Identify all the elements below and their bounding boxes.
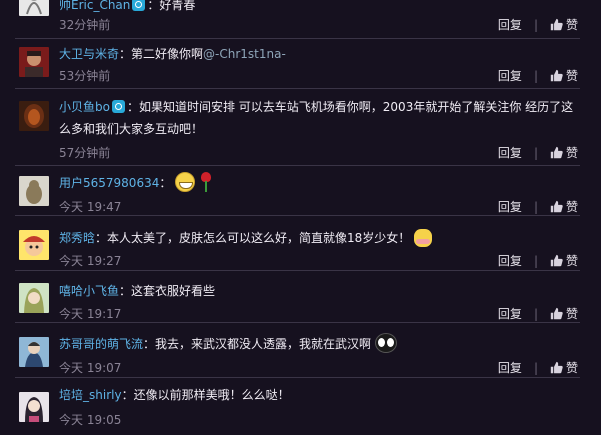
thumbs-up-icon: [550, 307, 563, 320]
thumbs-up-icon: [550, 18, 563, 31]
comment-item: 小贝鱼bo ：如果知道时间安排 可以去车站飞机场看你啊，2003年就开始了解关注你…: [15, 89, 580, 166]
username-link[interactable]: 培培_shirly: [59, 388, 122, 402]
comment-text: ：第二好像你啊: [119, 47, 204, 61]
comment-text: ：我去，来武汉都没人透露，我就在武汉啊: [143, 337, 372, 351]
thumbs-up-icon: [550, 146, 563, 159]
avatar[interactable]: [19, 47, 49, 77]
like-label: 赞: [565, 18, 578, 32]
like-label: 赞: [565, 200, 578, 214]
username-link[interactable]: 大卫与米奇: [59, 47, 119, 61]
action-divider: |: [533, 360, 538, 375]
action-divider: |: [533, 145, 538, 160]
like-button[interactable]: 赞: [550, 305, 578, 322]
comment-time: 32分钟前: [59, 18, 111, 32]
like-label: 赞: [565, 146, 578, 160]
comment-body: 培培_shirly：还像以前那样美哦！么么哒！: [59, 384, 574, 406]
action-divider: |: [533, 68, 538, 83]
action-divider: |: [533, 306, 538, 321]
camera-verified-icon: [132, 0, 146, 11]
avatar[interactable]: [19, 230, 49, 260]
username-link[interactable]: 用户5657980634: [59, 176, 159, 190]
comment-body: 用户5657980634：: [59, 172, 574, 194]
shy-emoji-icon: [414, 229, 433, 247]
comment-actions: 回复 | 赞: [498, 252, 578, 269]
thumbs-up-icon: [550, 200, 563, 213]
eyes-emoji-icon: [375, 333, 398, 353]
reply-button[interactable]: 回复: [498, 16, 522, 33]
comment-body: 大卫与米奇：第二好像你啊@-Chr1st1na-: [59, 43, 574, 65]
username-link[interactable]: 嘻哈小飞鱼: [59, 284, 119, 298]
avatar[interactable]: [19, 283, 49, 313]
avatar[interactable]: [19, 176, 49, 206]
comment-body: 郑秀晗：本人太美了，皮肤怎么可以这么好，简直就像18岁少女！: [59, 227, 574, 249]
comment-time: 今天 19:07: [59, 361, 122, 375]
username-link[interactable]: 小贝鱼bo: [59, 100, 110, 114]
reply-button[interactable]: 回复: [498, 305, 522, 322]
comment-actions: 回复 | 赞: [498, 67, 578, 84]
comment-time: 今天 19:05: [59, 413, 122, 427]
comment-item: 郑秀晗：本人太美了，皮肤怎么可以这么好，简直就像18岁少女！ 今天 19:27 …: [15, 216, 580, 271]
comment-text: ：好青春: [147, 0, 196, 12]
reply-button[interactable]: 回复: [498, 252, 522, 269]
comment-body: 小贝鱼bo ：如果知道时间安排 可以去车站飞机场看你啊，2003年就开始了解关注你…: [59, 96, 574, 140]
comment-body: 嘻哈小飞鱼：这套衣服好看些: [59, 280, 574, 302]
like-label: 赞: [565, 254, 578, 268]
action-divider: |: [533, 253, 538, 268]
username-link[interactable]: 帅Eric_Chan: [59, 0, 130, 12]
like-label: 赞: [565, 361, 578, 375]
thumbs-up-icon: [550, 361, 563, 374]
like-button[interactable]: 赞: [550, 198, 578, 215]
action-divider: |: [533, 17, 538, 32]
comment-time: 57分钟前: [59, 146, 111, 160]
comment-body: 帅Eric_Chan ：好青春: [59, 0, 574, 16]
rose-emoji-icon: [199, 172, 213, 192]
reply-button[interactable]: 回复: [498, 359, 522, 376]
comment-actions: 回复 | 赞: [498, 198, 578, 215]
comment-text: ：如果知道时间安排 可以去车站飞机场看你啊，2003年就开始了解关注你 经历了这…: [59, 100, 574, 136]
comment-item: 嘻哈小飞鱼：这套衣服好看些 今天 19:17 回复 | 赞: [15, 271, 580, 323]
username-link[interactable]: 苏哥哥的萌飞流: [59, 337, 143, 351]
action-divider: |: [533, 199, 538, 214]
like-button[interactable]: 赞: [550, 252, 578, 269]
thumbs-up-icon: [550, 254, 563, 267]
grin-emoji-icon: [175, 172, 196, 192]
comment-item: 用户5657980634： 今天 19:47 回复 | 赞: [15, 166, 580, 216]
camera-verified-icon: [111, 100, 125, 113]
comment-text: ：: [159, 176, 172, 190]
comment-item: 苏哥哥的萌飞流：我去，来武汉都没人透露，我就在武汉啊 今天 19:07 回复 |…: [15, 323, 580, 378]
like-button[interactable]: 赞: [550, 144, 578, 161]
avatar[interactable]: [19, 0, 49, 16]
reply-button[interactable]: 回复: [498, 144, 522, 161]
thumbs-up-icon: [550, 69, 563, 82]
comment-actions: 回复 | 赞: [498, 305, 578, 322]
comment-time: 今天 19:17: [59, 307, 122, 321]
comment-item: 大卫与米奇：第二好像你啊@-Chr1st1na- 53分钟前 回复 | 赞: [15, 39, 580, 89]
reply-button[interactable]: 回复: [498, 67, 522, 84]
comment-actions: 回复 | 赞: [498, 144, 578, 161]
comment-text: ：本人太美了，皮肤怎么可以这么好，简直就像18岁少女！: [95, 231, 411, 245]
comment-time: 今天 19:47: [59, 200, 122, 214]
like-button[interactable]: 赞: [550, 359, 578, 376]
comment-text: ：还像以前那样美哦！么么哒！: [121, 388, 290, 402]
avatar[interactable]: [19, 392, 49, 422]
comment-item: 帅Eric_Chan ：好青春 32分钟前 回复 | 赞: [15, 0, 580, 39]
comment-actions: 回复 | 赞: [498, 359, 578, 376]
username-link[interactable]: 郑秀晗: [59, 231, 95, 245]
mention-link[interactable]: @-Chr1st1na-: [203, 47, 286, 61]
avatar[interactable]: [19, 101, 49, 131]
like-button[interactable]: 赞: [550, 16, 578, 33]
like-label: 赞: [565, 69, 578, 83]
like-label: 赞: [565, 307, 578, 321]
reply-button[interactable]: 回复: [498, 198, 522, 215]
comment-text: ：这套衣服好看些: [119, 284, 216, 298]
comment-time: 53分钟前: [59, 69, 111, 83]
comment-time: 今天 19:27: [59, 254, 122, 268]
comment-body: 苏哥哥的萌飞流：我去，来武汉都没人透露，我就在武汉啊: [59, 333, 574, 355]
like-button[interactable]: 赞: [550, 67, 578, 84]
avatar[interactable]: [19, 337, 49, 367]
comment-item: 培培_shirly：还像以前那样美哦！么么哒！ 今天 19:05: [15, 378, 580, 435]
comment-actions: 回复 | 赞: [498, 16, 578, 33]
